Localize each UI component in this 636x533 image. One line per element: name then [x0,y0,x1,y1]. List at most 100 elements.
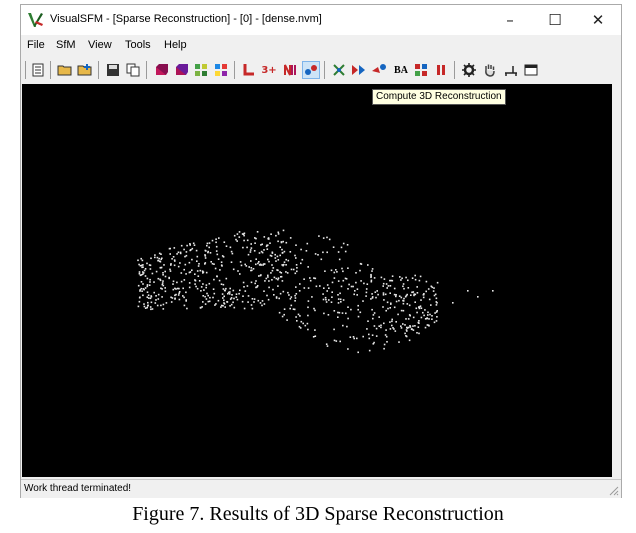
point [367,320,369,322]
maximize-button[interactable]: ☐ [532,5,578,35]
point [405,318,407,320]
point [154,254,156,256]
point [414,274,416,277]
point [382,292,385,294]
point [225,287,227,290]
point [389,307,391,309]
point [178,287,180,290]
point [140,281,143,283]
point [350,308,352,311]
point [261,300,264,302]
pause-icon[interactable] [433,62,449,78]
point [435,320,438,322]
point [250,243,252,245]
point [138,271,141,273]
point [295,264,298,266]
gear-icon[interactable] [461,62,477,78]
copy-icon[interactable] [125,62,141,78]
point [253,301,255,303]
point [341,267,343,270]
point [250,260,252,262]
figure-caption: Figure 7. Results of 3D Sparse Reconstru… [132,503,504,525]
point [240,264,243,267]
point-cloud-viewport[interactable] [22,84,612,477]
point [335,269,337,271]
point [350,285,353,288]
open-folder-add-icon[interactable] [77,62,93,78]
point [192,242,195,245]
point [338,311,341,314]
desk-icon[interactable] [503,62,519,78]
point [260,264,263,266]
point [149,297,152,300]
title-bar[interactable]: VisualSFM - [Sparse Reconstruction] - [0… [21,5,621,35]
point [224,306,226,308]
open-folder-icon[interactable] [57,62,73,78]
point [251,298,254,300]
point [232,289,235,292]
point [242,246,244,249]
menu-help[interactable]: Help [164,39,187,51]
point [375,296,377,299]
match-icon[interactable] [241,62,257,78]
point [229,305,231,307]
point [269,242,271,244]
point [391,318,393,321]
point [382,285,384,287]
point [285,258,287,261]
point [401,277,403,280]
point [230,297,233,299]
point [151,272,154,275]
cube-magenta-icon[interactable] [173,62,189,78]
sparse-points-icon[interactable] [331,62,347,78]
nm-icon[interactable] [283,62,299,78]
minimize-button[interactable]: – [487,5,533,35]
hand-icon[interactable] [482,62,498,78]
point [303,278,305,280]
point [283,261,286,263]
dense-icon[interactable] [371,62,387,78]
menu-tools[interactable]: Tools [125,39,151,51]
point [241,300,244,303]
point [418,332,420,335]
notepad-icon[interactable] [30,62,46,78]
menu-sfm[interactable]: SfM [56,39,76,51]
point [435,304,438,306]
ba-icon[interactable]: BA [393,62,409,78]
close-button[interactable]: ✕ [575,5,621,35]
point [268,280,270,282]
point [144,275,147,277]
point [300,262,302,265]
point [202,283,204,285]
point [337,311,339,314]
resize-grip-icon[interactable] [607,484,619,496]
point [242,281,245,284]
point [423,293,425,295]
point [356,337,358,340]
cube-red-icon[interactable] [153,62,169,78]
grid-color-icon[interactable] [213,62,229,78]
point [424,309,426,311]
three-plus-icon[interactable]: 3+ [261,62,277,78]
save-icon[interactable] [105,62,121,78]
point [386,301,389,304]
point [142,266,144,268]
point [161,282,164,284]
point [393,293,396,296]
compute-3d-icon[interactable] [351,62,367,78]
menu-file[interactable]: File [27,39,45,51]
grid-green-icon[interactable] [193,62,209,78]
point [182,295,184,297]
point [295,244,297,246]
point [169,270,172,272]
point [202,272,204,274]
point [407,279,409,282]
point [309,277,311,279]
pair-icon[interactable] [302,61,320,79]
menu-view[interactable]: View [88,39,112,51]
point [404,295,407,298]
point [247,295,250,297]
window-icon[interactable] [523,62,539,78]
point [289,237,292,239]
cmvs-icon[interactable] [413,62,429,78]
